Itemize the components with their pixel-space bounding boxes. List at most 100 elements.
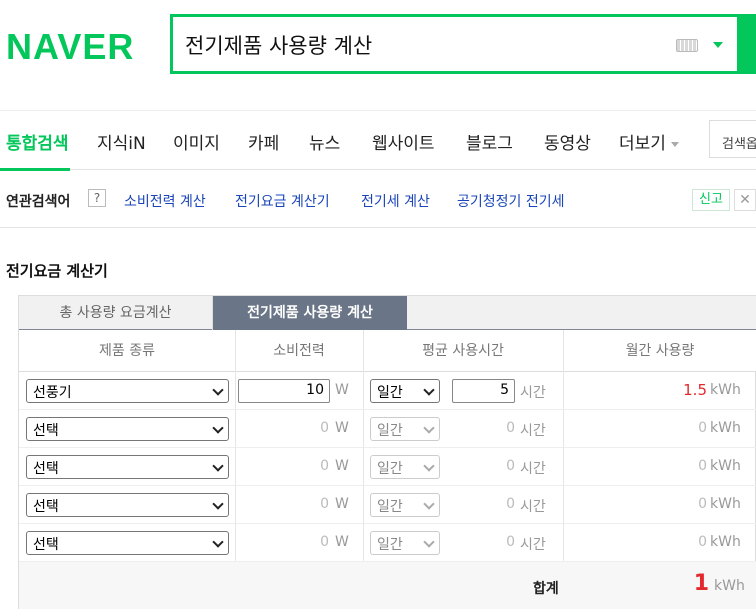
related-title: 연관검색어: [6, 194, 71, 210]
header-watt: 소비전력: [235, 330, 363, 372]
product-select[interactable]: 선택: [26, 455, 229, 479]
tab-appliance-usage[interactable]: 전기제품 사용량 계산: [213, 296, 407, 330]
monthly-value: 1.5: [683, 381, 707, 399]
chevron-down-icon: [423, 536, 435, 548]
caret-down-icon: [670, 141, 679, 147]
electricity-calculator: 총 사용량 요금계산 전기제품 사용량 계산 제품 종류 소비전력 평균 사용시…: [18, 295, 756, 609]
table-row: 선풍기 10 W 일간 5 시간 1.5 kWh: [19, 372, 756, 410]
report-button[interactable]: 신고: [692, 189, 730, 211]
chevron-down-icon: [212, 384, 224, 396]
product-select[interactable]: 선풍기: [26, 379, 229, 403]
period-value: 일간: [377, 499, 403, 515]
tab-all[interactable]: 통합검색: [6, 129, 69, 154]
tab-video[interactable]: 동영상: [544, 129, 591, 154]
hours-input[interactable]: 5: [452, 379, 515, 403]
product-value: 선택: [33, 461, 59, 477]
table-row: 선택 0 W 일간 0 시간 0 kWh: [19, 524, 756, 562]
period-select[interactable]: 일간: [370, 417, 440, 441]
monthly-unit: kWh: [710, 458, 741, 474]
search-option-button[interactable]: 검색옵: [709, 120, 756, 158]
related-searches: 연관검색어 ? 소비전력 계산 전기요금 계산기 전기세 계산 공기청정기 전기…: [0, 170, 756, 228]
tab-more[interactable]: 더보기: [619, 129, 679, 154]
hours-value[interactable]: 0: [465, 496, 515, 512]
search-button[interactable]: [740, 14, 756, 74]
tab-website[interactable]: 웹사이트: [372, 129, 435, 154]
tab-cafe[interactable]: 카페: [248, 129, 279, 154]
monthly-value: 0: [698, 496, 707, 512]
chevron-down-icon[interactable]: [713, 42, 723, 48]
related-link[interactable]: 공기청정기 전기세: [457, 191, 565, 211]
period-value: 일간: [377, 461, 403, 477]
search-input[interactable]: [185, 29, 655, 61]
related-link[interactable]: 전기요금 계산기: [235, 191, 330, 211]
keyboard-icon[interactable]: [676, 39, 698, 52]
tab-news[interactable]: 뉴스: [309, 129, 340, 154]
product-select[interactable]: 선택: [26, 417, 229, 441]
watt-value[interactable]: 0: [279, 534, 329, 550]
chevron-down-icon: [423, 384, 435, 396]
watt-unit: W: [335, 458, 349, 474]
monthly-unit: kWh: [710, 382, 741, 398]
related-link[interactable]: 전기세 계산: [361, 191, 430, 211]
chevron-down-icon: [212, 460, 224, 472]
period-select[interactable]: 일간: [370, 455, 440, 479]
header-product: 제품 종류: [19, 330, 235, 372]
tab-blog[interactable]: 블로그: [466, 129, 513, 154]
product-select[interactable]: 선택: [26, 531, 229, 555]
period-value: 일간: [377, 385, 403, 401]
close-icon[interactable]: ✕: [734, 189, 756, 211]
tab-kin[interactable]: 지식iN: [97, 129, 146, 154]
period-value: 일간: [377, 537, 403, 553]
chevron-down-icon: [212, 498, 224, 510]
period-select[interactable]: 일간: [370, 493, 440, 517]
monthly-unit: kWh: [710, 420, 741, 436]
header-hours: 평균 사용시간: [363, 330, 563, 372]
table-row: 선택 0 W 일간 0 시간 0 kWh: [19, 448, 756, 486]
tab-image[interactable]: 이미지: [173, 129, 220, 154]
calculator-title: 전기요금 계산기: [6, 262, 108, 280]
watt-input[interactable]: 10: [238, 379, 330, 403]
table-row: 선택 0 W 일간 0 시간 0 kWh: [19, 410, 756, 448]
calculator-tabs: 총 사용량 요금계산 전기제품 사용량 계산: [19, 296, 756, 330]
chevron-down-icon: [423, 422, 435, 434]
chevron-down-icon: [212, 536, 224, 548]
naver-logo[interactable]: NAVER: [6, 26, 134, 68]
hours-value[interactable]: 0: [465, 534, 515, 550]
hours-unit: 시간: [520, 499, 546, 515]
product-select[interactable]: 선택: [26, 493, 229, 517]
hours-value[interactable]: 0: [465, 458, 515, 474]
period-value: 일간: [377, 423, 403, 439]
watt-value[interactable]: 0: [279, 458, 329, 474]
tab-total-usage[interactable]: 총 사용량 요금계산: [19, 296, 213, 330]
watt-unit: W: [335, 382, 349, 398]
search-box: [170, 14, 740, 74]
period-select[interactable]: 일간: [370, 379, 440, 403]
total-label: 합계: [533, 581, 559, 597]
search-tabs: 통합검색 지식iN 이미지 카페 뉴스 웹사이트 블로그 동영상 더보기: [0, 110, 756, 171]
watt-unit: W: [335, 534, 349, 550]
header-monthly: 월간 사용량: [563, 330, 756, 372]
chevron-down-icon: [423, 498, 435, 510]
chevron-down-icon: [423, 460, 435, 472]
chevron-down-icon: [212, 422, 224, 434]
tab-more-label: 더보기: [619, 134, 666, 154]
hours-unit: 시간: [520, 461, 546, 477]
monthly-unit: kWh: [710, 496, 741, 512]
total-unit: kWh: [714, 578, 745, 594]
total-value: 1: [693, 571, 709, 596]
hours-value[interactable]: 0: [465, 420, 515, 436]
period-select[interactable]: 일간: [370, 531, 440, 555]
hours-unit: 시간: [520, 385, 546, 401]
product-value: 선택: [33, 423, 59, 439]
hours-unit: 시간: [520, 423, 546, 439]
product-value: 선풍기: [33, 385, 72, 401]
watt-value[interactable]: 0: [279, 496, 329, 512]
table-row: 선택 0 W 일간 0 시간 0 kWh: [19, 486, 756, 524]
monthly-value: 0: [698, 534, 707, 550]
hours-unit: 시간: [520, 537, 546, 553]
watt-unit: W: [335, 420, 349, 436]
total-row: 합계 1 kWh: [19, 562, 756, 609]
related-link[interactable]: 소비전력 계산: [124, 191, 206, 211]
help-icon[interactable]: ?: [88, 189, 106, 207]
watt-value[interactable]: 0: [279, 420, 329, 436]
